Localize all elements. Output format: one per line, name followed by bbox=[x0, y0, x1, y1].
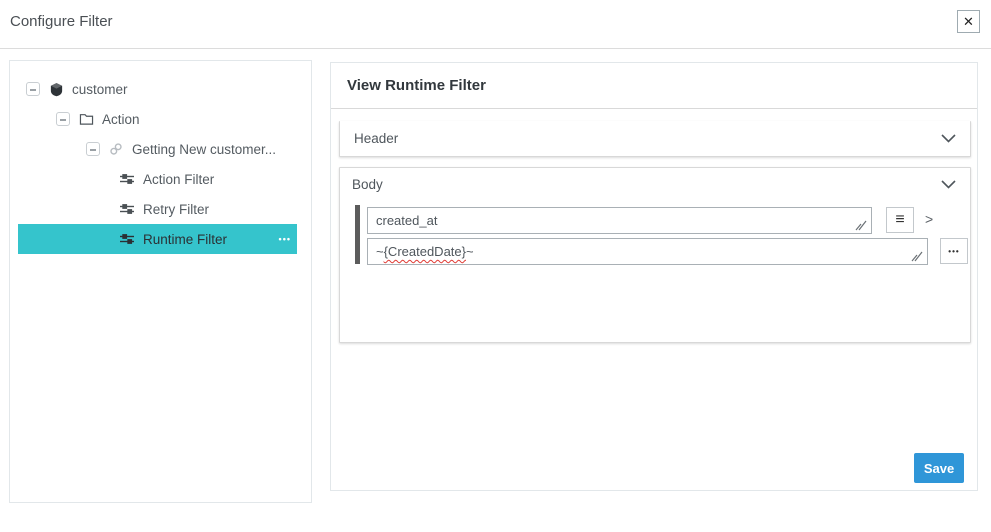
value-options-button[interactable]: ••• bbox=[940, 238, 968, 264]
body-accordion-label: Body bbox=[352, 177, 383, 192]
sliders-icon bbox=[119, 171, 135, 187]
tree-item-action-filter[interactable]: Action Filter bbox=[18, 164, 297, 194]
value-token: {CreatedDate} bbox=[384, 244, 466, 259]
tree-item-getting-new-customer[interactable]: Getting New customer... bbox=[18, 134, 297, 164]
dialog-title: Configure Filter bbox=[10, 13, 113, 30]
tree-item-action[interactable]: Action bbox=[18, 104, 297, 134]
header-accordion-label: Header bbox=[354, 131, 398, 146]
close-icon: ✕ bbox=[963, 14, 974, 30]
condition-operator[interactable]: > bbox=[925, 211, 933, 227]
database-cube-icon bbox=[48, 81, 64, 97]
body-accordion: Body created_at ≡ > ~{CreatedDate}~ ••• bbox=[339, 167, 971, 343]
value-suffix: ~ bbox=[466, 244, 474, 259]
save-button[interactable]: Save bbox=[914, 453, 964, 483]
filter-field-input[interactable]: created_at bbox=[367, 207, 872, 234]
sliders-icon bbox=[119, 231, 135, 247]
filter-field-value: created_at bbox=[376, 213, 437, 228]
link-icon bbox=[108, 141, 124, 157]
value-prefix: ~ bbox=[376, 244, 384, 259]
collapse-toggle-icon[interactable] bbox=[56, 112, 70, 126]
tree-item-customer[interactable]: customer bbox=[18, 74, 297, 104]
tree-item-label: Runtime Filter bbox=[143, 232, 227, 247]
runtime-filter-panel: View Runtime Filter Header Body created_… bbox=[330, 62, 978, 491]
close-button[interactable]: ✕ bbox=[957, 10, 980, 33]
ellipsis-icon: ••• bbox=[948, 247, 959, 256]
tree-item-label: Getting New customer... bbox=[132, 142, 276, 157]
hamburger-icon: ≡ bbox=[895, 211, 904, 229]
tree-item-label: Action bbox=[102, 112, 140, 127]
edit-pencil-icon bbox=[855, 219, 867, 231]
tree-item-label: Retry Filter bbox=[143, 202, 209, 217]
panel-title-strip: View Runtime Filter bbox=[331, 63, 977, 109]
folder-icon bbox=[78, 111, 94, 127]
row-menu-icon[interactable]: ••• bbox=[279, 234, 297, 244]
filter-value-input[interactable]: ~{CreatedDate}~ bbox=[367, 238, 928, 265]
sliders-icon bbox=[119, 201, 135, 217]
tree-item-label: customer bbox=[72, 82, 128, 97]
condition-group-bar bbox=[355, 205, 360, 264]
panel-title: View Runtime Filter bbox=[347, 77, 486, 94]
tree-item-retry-filter[interactable]: Retry Filter bbox=[18, 194, 297, 224]
edit-pencil-icon bbox=[911, 250, 923, 262]
tree-item-runtime-filter[interactable]: Runtime Filter ••• bbox=[18, 224, 297, 254]
filter-tree-panel: customer Action Getting New customer... bbox=[9, 60, 312, 503]
header-accordion[interactable]: Header bbox=[339, 121, 971, 157]
field-picker-button[interactable]: ≡ bbox=[886, 207, 914, 233]
tree-item-label: Action Filter bbox=[143, 172, 214, 187]
chevron-down-icon[interactable] bbox=[941, 134, 956, 143]
chevron-down-icon[interactable] bbox=[941, 180, 956, 189]
collapse-toggle-icon[interactable] bbox=[26, 82, 40, 96]
header-divider bbox=[0, 48, 991, 49]
configure-filter-dialog: Configure Filter ✕ customer Action bbox=[0, 0, 991, 532]
collapse-toggle-icon[interactable] bbox=[86, 142, 100, 156]
body-accordion-header[interactable]: Body bbox=[340, 168, 970, 192]
